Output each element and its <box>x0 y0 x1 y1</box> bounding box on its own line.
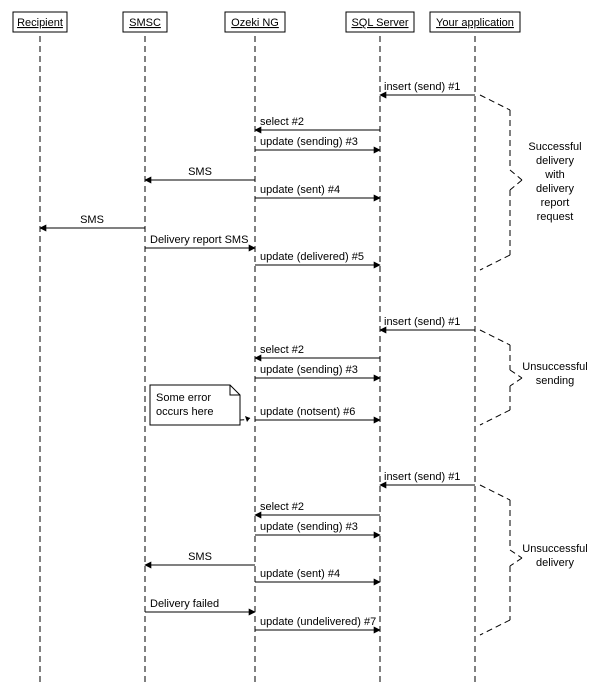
msg-delivery-failed: Delivery failed <box>150 598 219 610</box>
msg-update-sending-2: update (sending) #3 <box>260 364 358 376</box>
brace-unsend-l2: sending <box>536 375 575 387</box>
actor-app-label: Your application <box>436 17 514 29</box>
brace-undeliv-l2: delivery <box>536 557 574 569</box>
msg-sms-to-recipient: SMS <box>80 214 104 226</box>
actor-sql-label: SQL Server <box>351 17 408 29</box>
actor-ozeki-label: Ozeki NG <box>231 17 279 29</box>
msg-insert-1a: insert (send) #1 <box>384 81 460 93</box>
actor-sql: SQL Server <box>346 12 414 32</box>
sequence-diagram: Recipient SMSC Ozeki NG SQL Server Your … <box>0 0 600 682</box>
msg-delivery-report: Delivery report SMS <box>150 234 248 246</box>
actor-headers: Recipient SMSC Ozeki NG SQL Server Your … <box>13 12 520 32</box>
actor-recipient: Recipient <box>13 12 67 32</box>
msg-insert-1c: insert (send) #1 <box>384 471 460 483</box>
lifelines <box>40 36 475 682</box>
msg-update-notsent: update (notsent) #6 <box>260 406 355 418</box>
brace-success-l3: with <box>544 169 565 181</box>
brace-unsend-l1: Unsuccessful <box>522 361 587 373</box>
brace-success-l5: report <box>541 197 570 209</box>
brace-success-l1: Successful <box>528 141 581 153</box>
actor-app: Your application <box>430 12 520 32</box>
brace-undeliv-l1: Unsuccessful <box>522 543 587 555</box>
actor-recipient-label: Recipient <box>17 17 63 29</box>
group-unsuccessful-delivery: insert (send) #1 select #2 update (sendi… <box>145 471 588 635</box>
msg-update-delivered: update (delivered) #5 <box>260 251 364 263</box>
note-error: Some error occurs here <box>150 385 240 425</box>
actor-smsc-label: SMSC <box>129 17 161 29</box>
msg-insert-1b: insert (send) #1 <box>384 316 460 328</box>
brace-success-l4: delivery <box>536 183 574 195</box>
brace-success-l2: delivery <box>536 155 574 167</box>
msg-update-sending-1: update (sending) #3 <box>260 136 358 148</box>
msg-update-sent-1: update (sent) #4 <box>260 184 340 196</box>
brace-success-l6: request <box>537 211 574 223</box>
note-line2: occurs here <box>156 406 213 418</box>
msg-update-undelivered: update (undelivered) #7 <box>260 616 376 628</box>
msg-select-3: select #2 <box>260 501 304 513</box>
actor-smsc: SMSC <box>123 12 167 32</box>
group-unsuccessful-sending: insert (send) #1 select #2 update (sendi… <box>150 316 588 425</box>
msg-select-1: select #2 <box>260 116 304 128</box>
msg-sms-3: SMS <box>188 551 212 563</box>
msg-sms-1: SMS <box>188 166 212 178</box>
actor-ozeki: Ozeki NG <box>225 12 285 32</box>
note-line1: Some error <box>156 392 211 404</box>
msg-update-sent-3: update (sent) #4 <box>260 568 340 580</box>
msg-update-sending-3: update (sending) #3 <box>260 521 358 533</box>
group-success: insert (send) #1 select #2 update (sendi… <box>40 81 582 270</box>
msg-select-2: select #2 <box>260 344 304 356</box>
